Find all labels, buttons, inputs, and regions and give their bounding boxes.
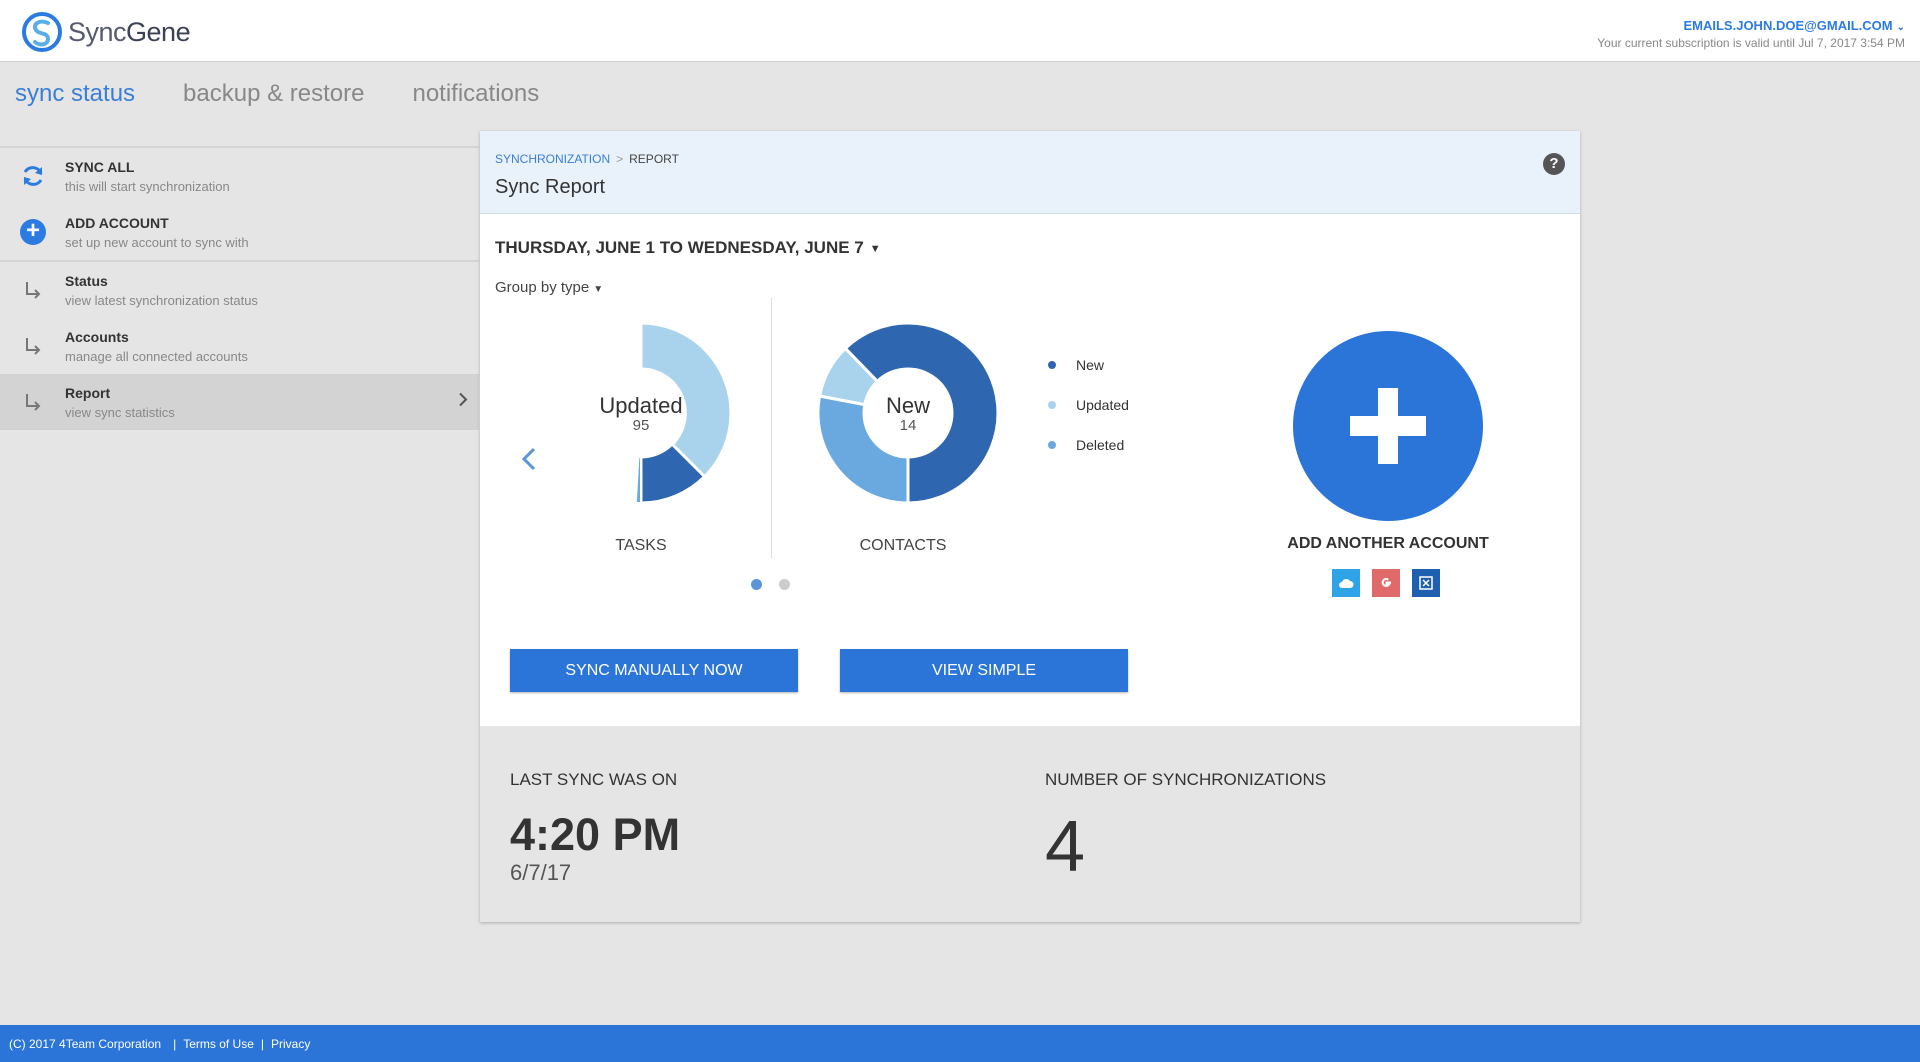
group-by-dropdown[interactable]: Group by type ▼ bbox=[495, 279, 603, 296]
footer-separator: | bbox=[173, 1036, 177, 1051]
syncgene-logo[interactable]: SyncGene bbox=[20, 10, 191, 54]
contacts-caption: CONTACTS bbox=[859, 537, 947, 554]
subscription-status: Your current subscription is valid until… bbox=[1597, 36, 1905, 50]
pager-dot-2[interactable] bbox=[779, 579, 790, 590]
terms-of-use-link[interactable]: Terms of Use bbox=[183, 1037, 254, 1051]
sidebar: SYNC ALL this will start synchronization… bbox=[0, 146, 479, 430]
sidebar-item-subtitle: view sync statistics bbox=[65, 404, 175, 420]
copyright-text: (C) 2017 4Team Corporation bbox=[9, 1036, 162, 1051]
sync-manually-now-button[interactable]: SYNC MANUALLY NOW bbox=[510, 649, 798, 692]
legend-label: Updated bbox=[1076, 397, 1129, 413]
view-simple-button[interactable]: VIEW SIMPLE bbox=[840, 649, 1128, 692]
sidebar-item-subtitle: set up new account to sync with bbox=[65, 234, 249, 250]
sync-stats-panel: LAST SYNC WAS ON 4:20 PM 6/7/17 NUMBER O… bbox=[480, 726, 1580, 922]
chart-legend: New Updated Deleted bbox=[1048, 355, 1129, 475]
contacts-donut-chart: New 14 bbox=[816, 321, 1000, 505]
sidebar-item-title: Report bbox=[65, 384, 111, 401]
legend-item-deleted: Deleted bbox=[1048, 435, 1129, 455]
sidebar-item-title: SYNC ALL bbox=[65, 158, 135, 175]
sidebar-item-status[interactable]: Status view latest synchronization statu… bbox=[0, 262, 479, 318]
sidebar-item-report[interactable]: Report view sync statistics bbox=[0, 374, 479, 430]
legend-label: Deleted bbox=[1076, 437, 1125, 453]
google-icon[interactable] bbox=[1372, 569, 1400, 597]
carousel-pager bbox=[751, 579, 790, 590]
sidebar-item-subtitle: this will start synchronization bbox=[65, 178, 230, 194]
last-sync-label: LAST SYNC WAS ON bbox=[510, 770, 678, 789]
privacy-link[interactable]: Privacy bbox=[271, 1037, 310, 1051]
account-menu[interactable]: EMAILS.JOHN.DOE@GMAIL.COM ⌄ bbox=[1597, 18, 1905, 33]
sync-count-label: NUMBER OF SYNCHRONIZATIONS bbox=[1045, 770, 1327, 789]
caret-down-icon: ▼ bbox=[593, 284, 604, 295]
sync-count-value: 4 bbox=[1045, 807, 1086, 887]
account-email[interactable]: EMAILS.JOHN.DOE@GMAIL.COM bbox=[1683, 18, 1892, 33]
tasks-donut-center: Updated 95 bbox=[551, 323, 731, 503]
sidebar-item-title: Accounts bbox=[65, 328, 129, 345]
footer: (C) 2017 4Team Corporation | Terms of Us… bbox=[0, 1025, 1920, 1062]
tab-notifications[interactable]: notifications bbox=[412, 80, 539, 108]
syncgene-logo-icon bbox=[22, 12, 62, 52]
breadcrumb-current: REPORT bbox=[629, 152, 679, 166]
add-another-account-button[interactable] bbox=[1293, 331, 1483, 521]
logo-text: SyncGene bbox=[68, 16, 191, 47]
add-account-button[interactable]: + ADD ACCOUNT set up new account to sync… bbox=[0, 204, 479, 260]
sidebar-item-title: Status bbox=[65, 272, 108, 289]
app-header: SyncGene EMAILS.JOHN.DOE@GMAIL.COM ⌄ Your… bbox=[0, 0, 1920, 62]
contacts-center-value: 14 bbox=[899, 416, 917, 434]
sidebar-item-subtitle: view latest synchronization status bbox=[65, 292, 258, 308]
provider-icons bbox=[1332, 569, 1440, 597]
chart-divider bbox=[771, 298, 772, 558]
legend-item-new: New bbox=[1048, 355, 1129, 375]
caret-down-icon: ▼ bbox=[869, 242, 881, 255]
carousel-prev-icon[interactable] bbox=[520, 439, 538, 481]
last-sync-time: 4:20 PM bbox=[510, 809, 681, 860]
date-range-label: THURSDAY, JUNE 1 TO WEDNESDAY, JUNE 7 bbox=[495, 238, 864, 257]
icloud-icon[interactable] bbox=[1332, 569, 1360, 597]
chevron-down-icon[interactable]: ⌄ bbox=[1897, 22, 1905, 33]
last-sync-date: 6/7/17 bbox=[510, 860, 572, 885]
breadcrumb-synchronization-link[interactable]: SYNCHRONIZATION bbox=[495, 152, 610, 166]
pager-dot-1[interactable] bbox=[751, 579, 762, 590]
subdirectory-arrow-icon bbox=[20, 333, 46, 359]
sidebar-actions: SYNC ALL this will start synchronization… bbox=[0, 146, 479, 260]
legend-dot bbox=[1048, 441, 1056, 449]
legend-item-updated: Updated bbox=[1048, 395, 1129, 415]
breadcrumb-separator: > bbox=[616, 152, 624, 166]
sync-icon bbox=[20, 163, 46, 189]
tasks-donut-chart: Updated 95 bbox=[551, 321, 733, 505]
tasks-center-value: 95 bbox=[632, 416, 650, 434]
add-another-account-label: ADD ANOTHER ACCOUNT bbox=[1287, 535, 1489, 552]
sidebar-item-accounts[interactable]: Accounts manage all connected accounts bbox=[0, 318, 479, 374]
tab-sync-status[interactable]: sync status bbox=[15, 80, 135, 108]
legend-label: New bbox=[1076, 357, 1105, 373]
plus-circle-icon: + bbox=[20, 219, 46, 245]
sidebar-nav: Status view latest synchronization statu… bbox=[0, 260, 479, 430]
chevron-right-icon bbox=[457, 392, 469, 413]
page-title: Sync Report bbox=[495, 176, 606, 198]
subdirectory-arrow-icon bbox=[20, 389, 46, 415]
contacts-center-label: New bbox=[885, 392, 930, 418]
legend-dot bbox=[1048, 401, 1056, 409]
sidebar-item-title: ADD ACCOUNT bbox=[65, 214, 169, 231]
sync-all-button[interactable]: SYNC ALL this will start synchronization bbox=[0, 148, 479, 204]
account-block: EMAILS.JOHN.DOE@GMAIL.COM ⌄ Your current … bbox=[1597, 18, 1905, 50]
breadcrumb: SYNCHRONIZATION > REPORT bbox=[495, 152, 1565, 166]
subdirectory-arrow-icon bbox=[20, 277, 46, 303]
plus-icon bbox=[1350, 388, 1426, 464]
card-header: SYNCHRONIZATION > REPORT Sync Report ? bbox=[480, 131, 1580, 214]
contacts-donut-center: New 14 bbox=[818, 323, 998, 503]
tasks-center-label: Updated bbox=[599, 392, 683, 418]
tasks-caption: TASKS bbox=[615, 537, 667, 554]
group-by-label: Group by type bbox=[495, 279, 590, 296]
help-icon[interactable]: ? bbox=[1543, 153, 1565, 175]
tab-backup-restore[interactable]: backup & restore bbox=[183, 80, 364, 108]
sync-report-card: SYNCHRONIZATION > REPORT Sync Report ? T… bbox=[480, 131, 1580, 922]
exchange-icon[interactable] bbox=[1412, 569, 1440, 597]
sidebar-item-subtitle: manage all connected accounts bbox=[65, 348, 248, 364]
top-tabs: sync status backup & restore notificatio… bbox=[15, 80, 539, 108]
footer-separator: | bbox=[260, 1036, 265, 1051]
date-range-dropdown[interactable]: THURSDAY, JUNE 1 TO WEDNESDAY, JUNE 7 ▼ bbox=[495, 238, 881, 258]
legend-dot bbox=[1048, 361, 1056, 369]
